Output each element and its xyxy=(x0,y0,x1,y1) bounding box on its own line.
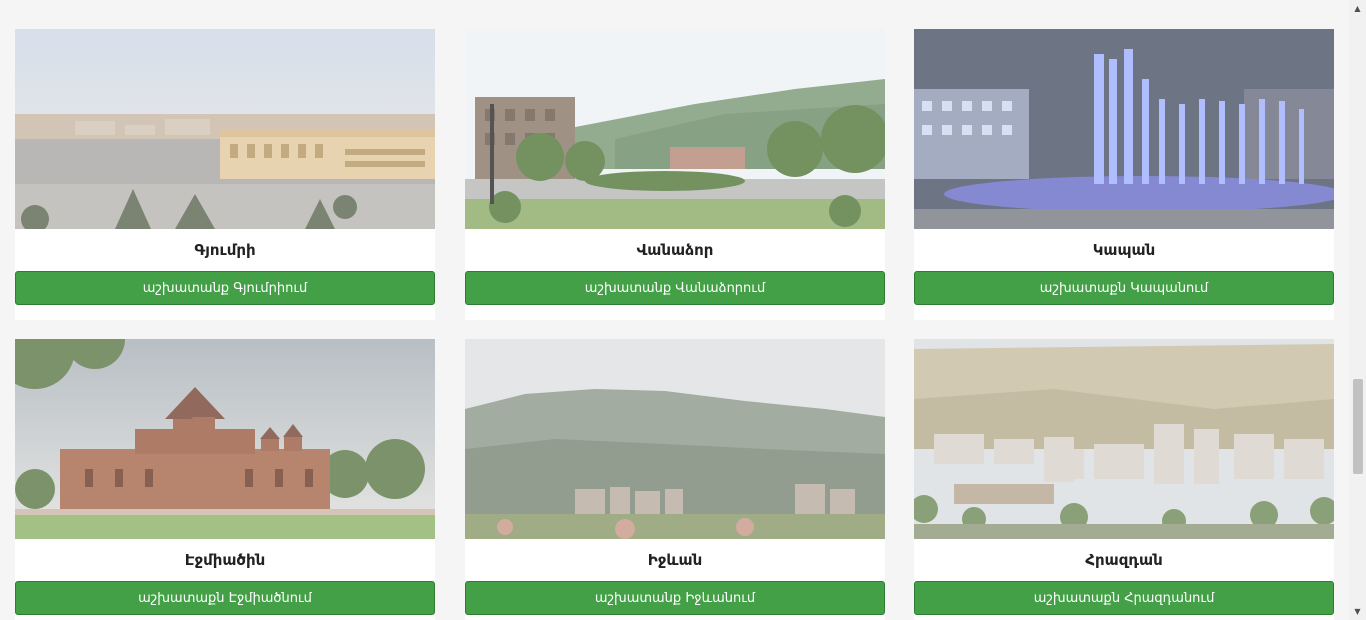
jobs-button-vanadzor[interactable]: աշխատանք Վանաձորում xyxy=(465,271,885,305)
city-photo-gyumri xyxy=(15,29,435,229)
city-name: Վանաձոր xyxy=(636,241,714,259)
jobs-button-gyumri[interactable]: աշխատանք Գյումրիում xyxy=(15,271,435,305)
city-photo-vanadzor xyxy=(465,29,885,229)
city-card-hrazdan: Հրազդան աշխատաքն Հրազդանում xyxy=(914,339,1334,620)
scroll-down-icon[interactable]: ▼ xyxy=(1349,603,1366,620)
city-jobs-page: Գյումրի աշխատանք Գյումրիում Վանաձոր աշխա… xyxy=(0,0,1366,620)
jobs-button-kapan[interactable]: աշխատաքն Կապանում xyxy=(914,271,1334,305)
city-card-gyumri: Գյումրի աշխատանք Գյումրիում xyxy=(15,29,435,320)
scroll-up-icon[interactable]: ▲ xyxy=(1349,0,1366,17)
city-card-kapan: Կապան աշխատաքն Կապանում xyxy=(914,29,1334,320)
city-card-vanadzor: Վանաձոր աշխատանք Վանաձորում xyxy=(465,29,885,320)
city-photo-ijevan xyxy=(465,339,885,539)
jobs-button-etchmiadzin[interactable]: աշխատաքն Էջմիածնում xyxy=(15,581,435,615)
city-photo-kapan xyxy=(914,29,1334,229)
city-photo-etchmiadzin xyxy=(15,339,435,539)
city-name: Գյումրի xyxy=(194,241,256,259)
city-card-etchmiadzin: Էջմիածին աշխատաքն Էջմիածնում xyxy=(15,339,435,620)
vertical-scrollbar[interactable]: ▲ ▼ xyxy=(1349,0,1366,620)
city-name: Կապան xyxy=(1092,241,1156,259)
city-name: Իջևան xyxy=(647,551,703,569)
jobs-button-hrazdan[interactable]: աշխատաքն Հրազդանում xyxy=(914,581,1334,615)
city-name: Հրազդան xyxy=(1085,551,1163,569)
city-card-ijevan: Իջևան աշխատանք Իջևանում xyxy=(465,339,885,620)
city-photo-hrazdan xyxy=(914,339,1334,539)
city-name: Էջմիածին xyxy=(184,551,266,569)
scrollbar-thumb[interactable] xyxy=(1353,379,1363,474)
jobs-button-ijevan[interactable]: աշխատանք Իջևանում xyxy=(465,581,885,615)
